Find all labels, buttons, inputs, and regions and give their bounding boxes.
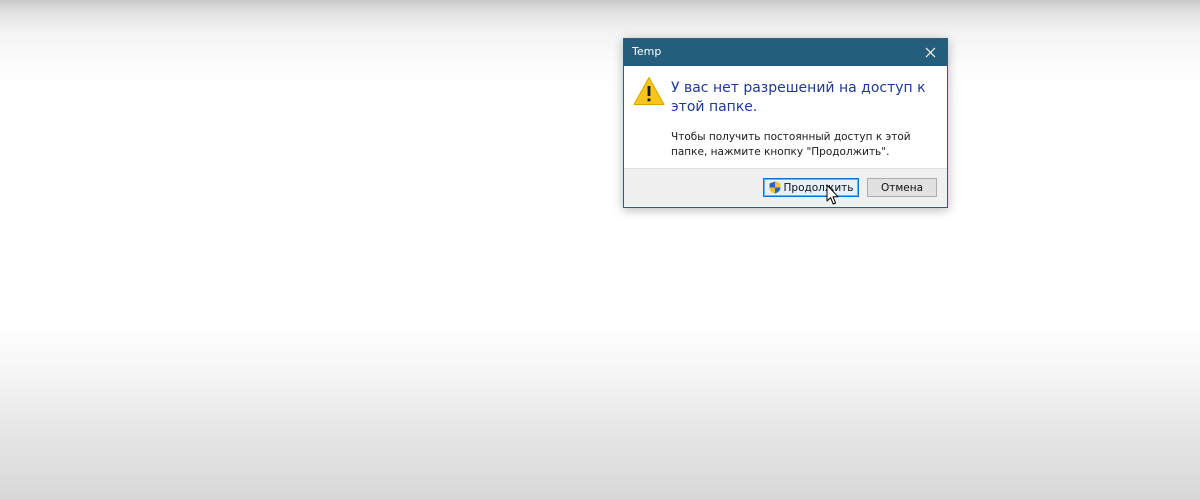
cancel-button-label: Отмена — [880, 181, 924, 194]
cancel-button[interactable]: Отмена — [867, 178, 937, 197]
warning-icon — [633, 77, 665, 105]
uac-shield-icon — [769, 181, 781, 194]
dialog-titlebar[interactable]: Temp — [624, 39, 947, 66]
dialog-content: У вас нет разрешений на доступ к этой па… — [624, 66, 947, 169]
dialog-footer: Продолжить Отмена — [624, 168, 947, 207]
dialog-heading: У вас нет разрешений на доступ к этой па… — [671, 80, 926, 115]
continue-button[interactable]: Продолжить — [763, 178, 859, 197]
dialog-title: Temp — [632, 45, 662, 58]
continue-button-label: Продолжить — [783, 181, 854, 194]
close-button[interactable] — [913, 39, 947, 66]
permission-dialog: Temp У вас нет разрешений на доступ к эт… — [623, 38, 948, 208]
close-icon — [925, 47, 935, 58]
dialog-message: Чтобы получить постоянный доступ к этой … — [671, 131, 911, 158]
